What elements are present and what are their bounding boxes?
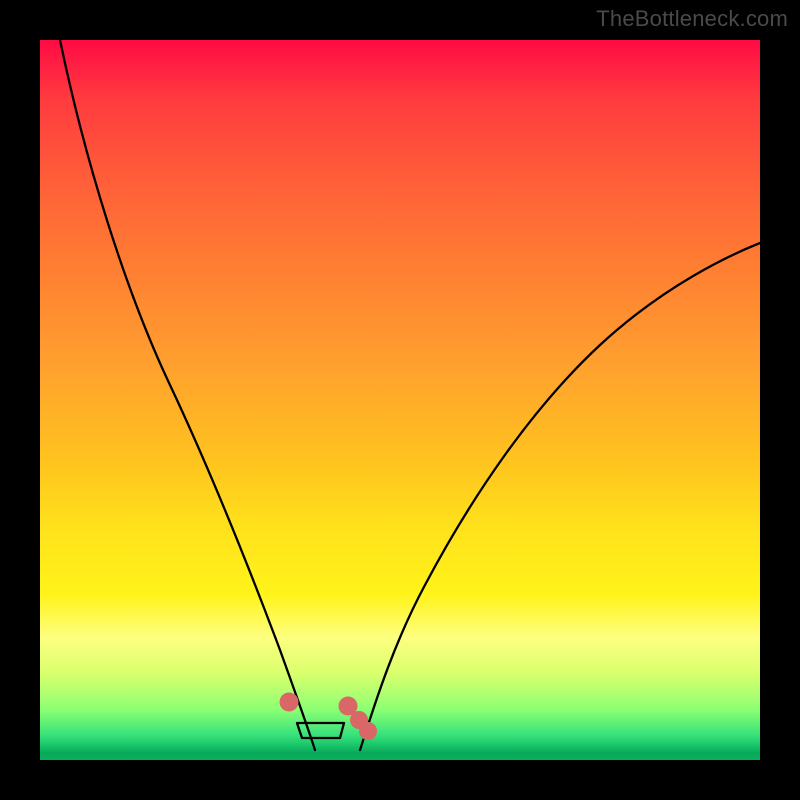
right-curve <box>360 243 760 750</box>
plot-area <box>40 40 760 760</box>
left-curve <box>60 40 315 750</box>
marker-dot <box>359 722 377 740</box>
watermark-text: TheBottleneck.com <box>596 6 788 32</box>
chart-svg <box>40 40 760 760</box>
figure-container: TheBottleneck.com <box>0 0 800 800</box>
marker-dots <box>280 693 378 741</box>
marker-blob <box>297 723 344 738</box>
marker-dot <box>280 693 299 712</box>
